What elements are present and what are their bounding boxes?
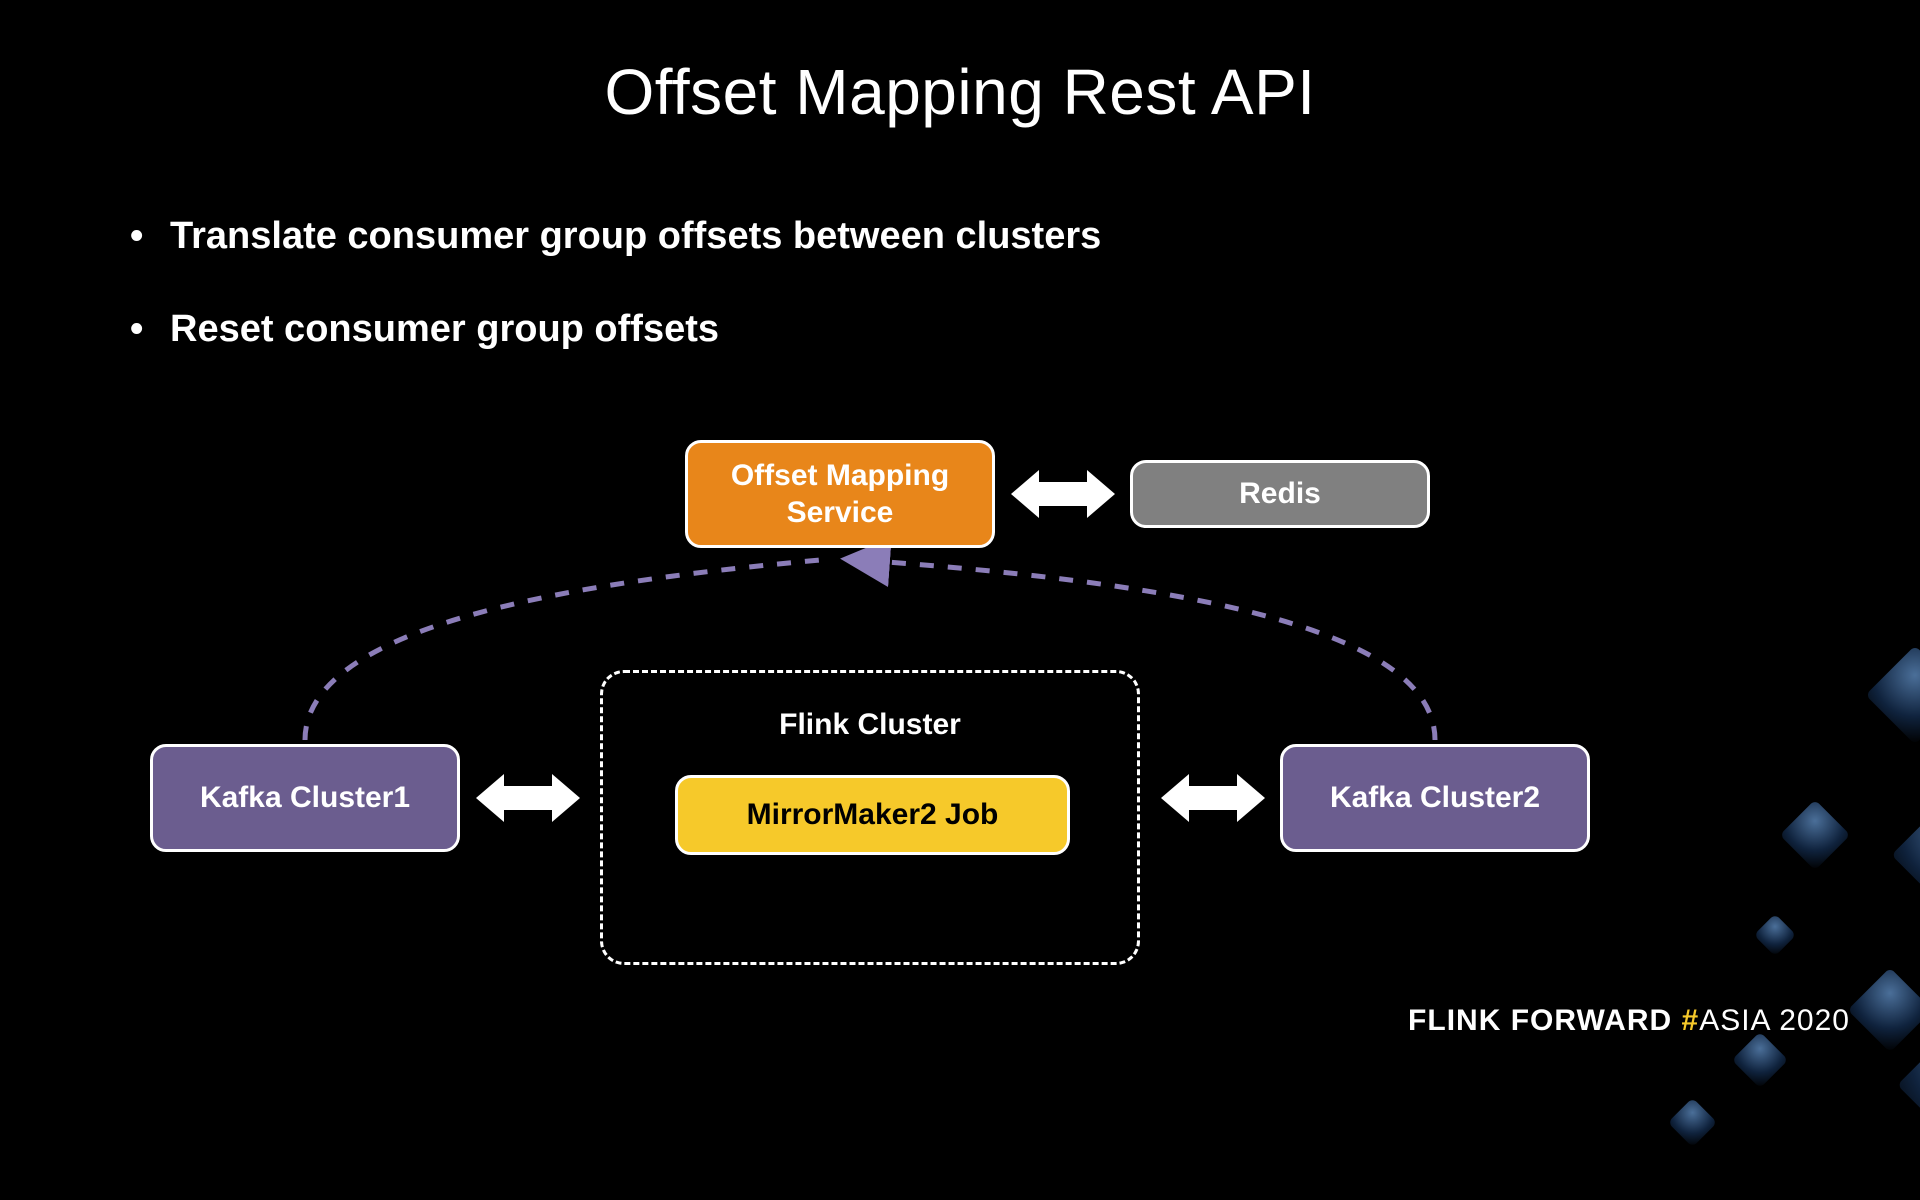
offset-mapping-service-box: Offset Mapping Service bbox=[685, 440, 995, 548]
slide-title: Offset Mapping Rest API bbox=[0, 55, 1920, 129]
footer-hash: # bbox=[1682, 1004, 1700, 1037]
footer-flink: FLINK bbox=[1408, 1004, 1501, 1037]
redis-box: Redis bbox=[1130, 460, 1430, 528]
bullet-item: Reset consumer group offsets bbox=[130, 308, 1101, 351]
bullet-list: Translate consumer group offsets between… bbox=[130, 215, 1101, 401]
kafka-cluster-1-box: Kafka Cluster1 bbox=[150, 744, 460, 852]
footer-asia: ASIA 2020 bbox=[1699, 1004, 1850, 1037]
bidirectional-arrow-icon bbox=[1185, 786, 1241, 810]
box-label: Kafka Cluster1 bbox=[200, 779, 410, 817]
bidirectional-arrow-icon bbox=[1035, 482, 1091, 506]
bidirectional-arrow-icon bbox=[500, 786, 556, 810]
box-label: Offset Mapping Service bbox=[708, 457, 972, 532]
flink-cluster-label: Flink Cluster bbox=[603, 708, 1137, 742]
mirrormaker2-job-box: MirrorMaker2 Job bbox=[675, 775, 1070, 855]
box-label: Redis bbox=[1239, 475, 1321, 513]
footer-forward: FORWARD bbox=[1511, 1004, 1672, 1037]
bullet-item: Translate consumer group offsets between… bbox=[130, 215, 1101, 258]
box-label: Kafka Cluster2 bbox=[1330, 779, 1540, 817]
box-label: MirrorMaker2 Job bbox=[747, 796, 999, 834]
architecture-diagram: Offset Mapping Service Redis Flink Clust… bbox=[100, 420, 1640, 980]
footer-brand: FLINK FORWARD #ASIA 2020 bbox=[1408, 1004, 1850, 1038]
kafka-cluster-2-box: Kafka Cluster2 bbox=[1280, 744, 1590, 852]
